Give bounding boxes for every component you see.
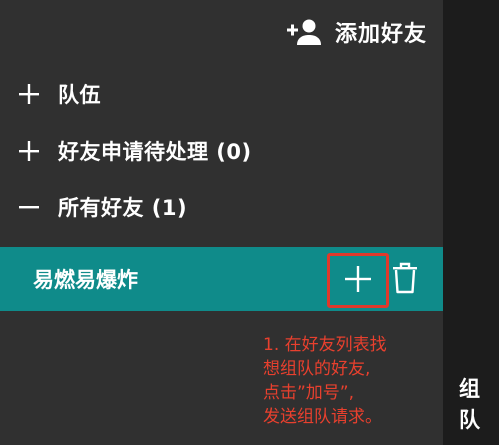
expand-plus-icon: [18, 83, 40, 105]
add-friend-button[interactable]: 添加好友: [286, 15, 427, 49]
annotation-line: 发送组队请求。: [263, 407, 382, 427]
side-label-char: 组: [459, 377, 480, 401]
trash-icon: [392, 262, 418, 298]
annotation-line: 1. 在好友列表找: [263, 335, 387, 355]
collapse-minus-icon: [18, 196, 40, 218]
annotation-line: 想组队的好友,: [263, 359, 371, 379]
section-team[interactable]: 队伍: [18, 77, 101, 111]
annotation-line: 点击”加号”,: [263, 383, 355, 403]
add-person-icon: [286, 18, 327, 46]
section-team-label: 队伍: [58, 83, 101, 107]
friend-name: 易燃易爆炸: [33, 268, 138, 292]
delete-friend-button[interactable]: [391, 262, 419, 298]
side-label-char: 队: [459, 408, 480, 432]
section-all-friends-label: 所有好友 (1): [58, 196, 188, 220]
expand-plus-icon: [18, 140, 40, 162]
add-friend-label: 添加好友: [334, 22, 427, 47]
annotation-tip: 1. 在好友列表找 想组队的好友, 点击”加号”, 发送组队请求。: [263, 333, 441, 429]
section-pending-requests-label: 好友申请待处理 (0): [58, 140, 252, 164]
friends-panel: 添加好友 队伍 好友申请待处理 (0) 所有好友 (1) 易燃易爆炸 1. 在好…: [0, 0, 443, 445]
section-pending-requests[interactable]: 好友申请待处理 (0): [18, 134, 252, 168]
section-all-friends[interactable]: 所有好友 (1): [18, 190, 187, 224]
invite-to-team-button[interactable]: [327, 253, 389, 308]
plus-icon: [343, 264, 373, 298]
side-team-label[interactable]: 组 队: [459, 374, 485, 436]
